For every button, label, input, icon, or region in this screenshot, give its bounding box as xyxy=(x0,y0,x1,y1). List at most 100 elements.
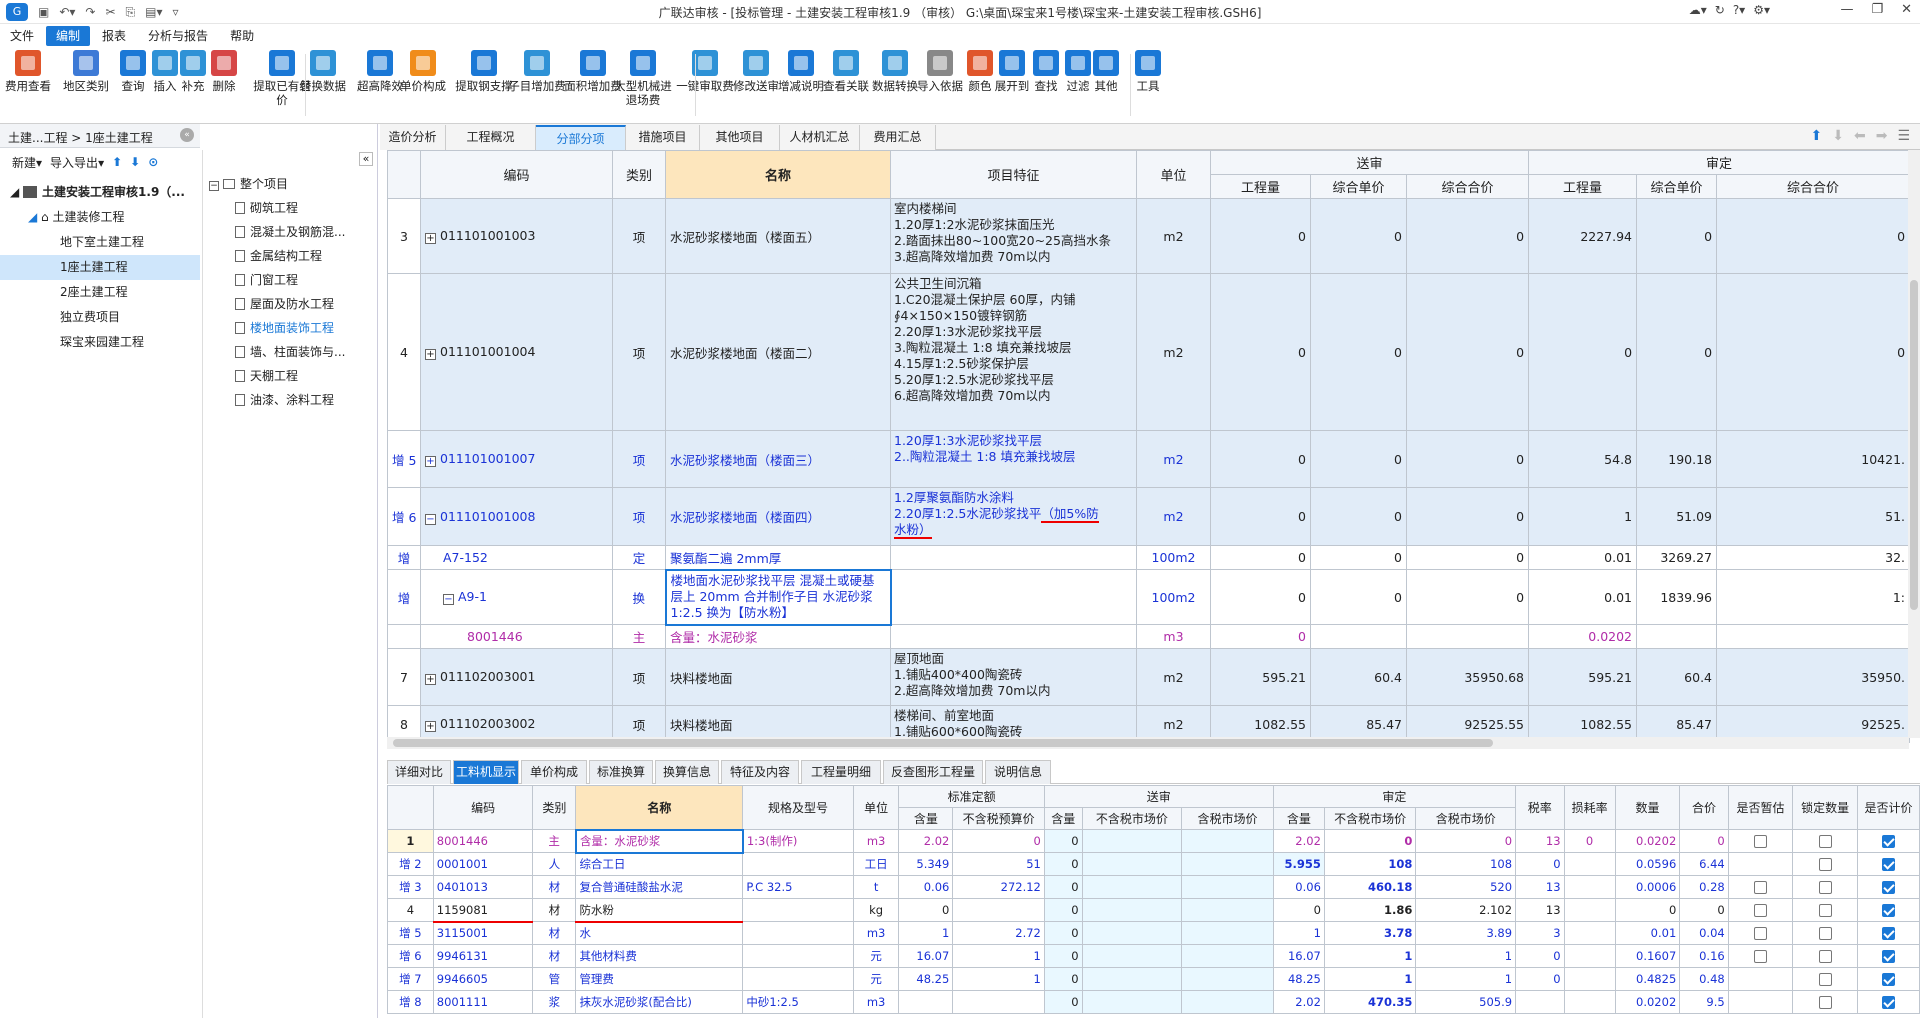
section-item[interactable]: − 整个项目 xyxy=(203,172,378,196)
cell-appr-2[interactable] xyxy=(1716,624,1911,649)
bcell-tax[interactable] xyxy=(1515,990,1565,1014)
expand-icon[interactable]: ◢ xyxy=(10,185,23,199)
bcell-appr-ntm[interactable]: 470.35 xyxy=(1323,990,1417,1014)
menu-icon[interactable]: ☰ xyxy=(1897,128,1910,144)
bcell-sent-ntm[interactable] xyxy=(1081,921,1183,945)
bcell-amount[interactable]: 0.4825 xyxy=(1614,967,1681,991)
cell-type[interactable]: 定 xyxy=(612,545,666,570)
bcell-code[interactable]: 9946131 xyxy=(432,944,534,968)
menu-0[interactable]: 文件 xyxy=(0,26,44,46)
bcell-sum[interactable]: 0.16 xyxy=(1679,944,1729,968)
bcell-code[interactable]: 3115001 xyxy=(432,921,534,945)
cell-sent-2[interactable]: 0 xyxy=(1405,430,1530,488)
cell-name[interactable]: 水泥砂浆楼地面（楼面二） xyxy=(665,273,891,431)
bcell-std-qty[interactable]: 1 xyxy=(898,921,954,945)
cell-sent-1[interactable]: 0 xyxy=(1310,273,1407,431)
bcell-loss[interactable] xyxy=(1563,967,1616,991)
bcell-temp[interactable] xyxy=(1727,898,1794,922)
vertical-scrollbar[interactable] xyxy=(1908,150,1920,738)
cell-unit[interactable]: m2 xyxy=(1136,648,1211,706)
cell-appr-1[interactable]: 0 xyxy=(1636,198,1718,274)
checkbox[interactable] xyxy=(1881,858,1895,871)
bcell-name[interactable]: 综合工日 xyxy=(575,852,744,876)
cell-appr-0[interactable]: 1 xyxy=(1528,487,1638,546)
grid-row[interactable]: 增 5 +011101001007 项水泥砂浆楼地面（楼面三） 1.20厚1:3水泥砂… xyxy=(387,430,1911,488)
bcell-loss[interactable] xyxy=(1563,921,1616,945)
bcell-appr-ntm[interactable]: 1 xyxy=(1323,944,1417,968)
col-type[interactable]: 类别 xyxy=(612,150,666,199)
bcell-unit[interactable]: m3 xyxy=(852,990,900,1014)
cell-sent-0[interactable]: 0 xyxy=(1210,198,1311,274)
bcell-appr-qty[interactable]: 0 xyxy=(1272,898,1325,922)
cell-sent-2[interactable]: 0 xyxy=(1405,545,1530,570)
cell-appr-2[interactable]: 0 xyxy=(1716,198,1911,274)
bcell-temp[interactable] xyxy=(1727,944,1794,968)
bcell-appr-ntm[interactable]: 3.78 xyxy=(1323,921,1417,945)
bcell-sum[interactable]: 0.28 xyxy=(1679,875,1729,899)
resource-row[interactable]: 增 3 0401013 材复合普通硅酸盐水泥 P.C 32.5 t 0.06 272.12 0… xyxy=(387,875,1920,899)
bcell-spec[interactable]: 1:3(制作) xyxy=(742,829,854,853)
bcell-type[interactable]: 材 xyxy=(532,944,577,968)
bcell-appr-qty[interactable]: 48.25 xyxy=(1272,967,1325,991)
bcol-appr-ntm[interactable]: 不含税市场价 xyxy=(1323,807,1417,830)
ribbon-button-13[interactable]: 大型机械进退场费 xyxy=(611,50,675,107)
bcell-appr-qty[interactable]: 0.06 xyxy=(1272,875,1325,899)
bcell-sum[interactable]: 9.5 xyxy=(1679,990,1729,1014)
expand-icon[interactable]: ◢ xyxy=(28,210,41,224)
bcell-appr-tm[interactable]: 0 xyxy=(1415,829,1517,853)
bcell-code[interactable]: 1159081 xyxy=(432,898,534,923)
bcell-calc[interactable] xyxy=(1856,944,1920,968)
bcell-sent-qty[interactable]: 0 xyxy=(1043,944,1083,968)
bcell-amount[interactable]: 0.0596 xyxy=(1614,852,1681,876)
bcell-sent-ntm[interactable] xyxy=(1081,898,1183,922)
section-item[interactable]: 屋面及防水工程 xyxy=(203,292,378,316)
cell-type[interactable]: 项 xyxy=(612,198,666,274)
bcol-loss[interactable]: 损耗率 xyxy=(1563,785,1616,830)
bcol-temp[interactable]: 是否暂估 xyxy=(1727,785,1794,830)
bcell-sum[interactable]: 0.48 xyxy=(1679,967,1729,991)
bcell-sent-ntm[interactable] xyxy=(1081,990,1183,1014)
bcell-calc[interactable] xyxy=(1856,921,1920,945)
cell-feature[interactable] xyxy=(890,569,1137,625)
bcell-std-qty[interactable]: 2.02 xyxy=(898,829,954,853)
cell-sent-0[interactable]: 0 xyxy=(1210,624,1311,649)
cell-code[interactable]: +011101001007 xyxy=(420,430,613,488)
cell-appr-2[interactable]: 10421. xyxy=(1716,430,1911,488)
cell-sent-1[interactable]: 0 xyxy=(1310,430,1407,488)
bcell-unit[interactable]: t xyxy=(852,875,900,899)
cell-code[interactable]: −011101001008 xyxy=(420,487,613,546)
bcol-sum[interactable]: 合价 xyxy=(1679,785,1729,830)
settings-icon[interactable]: ⚙▾ xyxy=(1753,3,1770,17)
cell-appr-0[interactable]: 0.0202 xyxy=(1528,624,1638,649)
import-export-button[interactable]: 导入导出▾ xyxy=(50,154,104,171)
bcell-temp[interactable] xyxy=(1727,990,1794,1014)
cell-name[interactable]: 水泥砂浆楼地面（楼面四） xyxy=(665,487,891,546)
col-feature[interactable]: 项目特征 xyxy=(890,150,1137,199)
bcell-name[interactable]: 水 xyxy=(575,921,744,945)
expand-icon[interactable]: + xyxy=(425,456,436,467)
bcell-tax[interactable]: 0 xyxy=(1515,852,1565,876)
bcell-appr-tm[interactable]: 1 xyxy=(1415,944,1517,968)
bcell-appr-ntm[interactable]: 108 xyxy=(1323,852,1417,876)
checkbox[interactable] xyxy=(1754,950,1768,963)
bcell-sent-tm[interactable] xyxy=(1181,990,1274,1014)
cell-name[interactable]: 块料楼地面 xyxy=(665,648,891,706)
grid-row[interactable]: 8001446 主含量：水泥砂浆 m3 0 0.0202 xyxy=(387,624,1911,649)
bcell-temp[interactable] xyxy=(1727,921,1794,945)
grid-row[interactable]: 增 − A9-1 换楼地面水泥砂浆找平层 混凝土或硬基层上 20mm 合并制作子目 水… xyxy=(387,568,1911,626)
grid-row[interactable]: 7 +011102003001 项块料楼地面 屋顶地面 1.铺贴400*400陶瓷砖 … xyxy=(387,648,1911,706)
bcell-spec[interactable] xyxy=(742,852,854,876)
bcell-calc[interactable] xyxy=(1856,967,1920,991)
bottom-tab-5[interactable]: 特征及内容 xyxy=(721,760,799,784)
horizontal-scrollbar[interactable] xyxy=(387,737,1909,749)
tab-0[interactable]: 造价分析 xyxy=(380,125,446,150)
checkbox[interactable] xyxy=(1754,835,1768,848)
bcell-type[interactable]: 主 xyxy=(532,829,577,853)
bcell-sum[interactable]: 0.04 xyxy=(1679,921,1729,945)
checkbox[interactable] xyxy=(1881,835,1895,848)
cell-sent-1[interactable] xyxy=(1310,624,1407,649)
arrow-right-icon[interactable]: ➡ xyxy=(1876,128,1888,144)
checkbox[interactable] xyxy=(1881,881,1895,894)
bcell-sent-ntm[interactable] xyxy=(1081,967,1183,991)
cell-appr-1[interactable]: 190.18 xyxy=(1636,430,1718,488)
